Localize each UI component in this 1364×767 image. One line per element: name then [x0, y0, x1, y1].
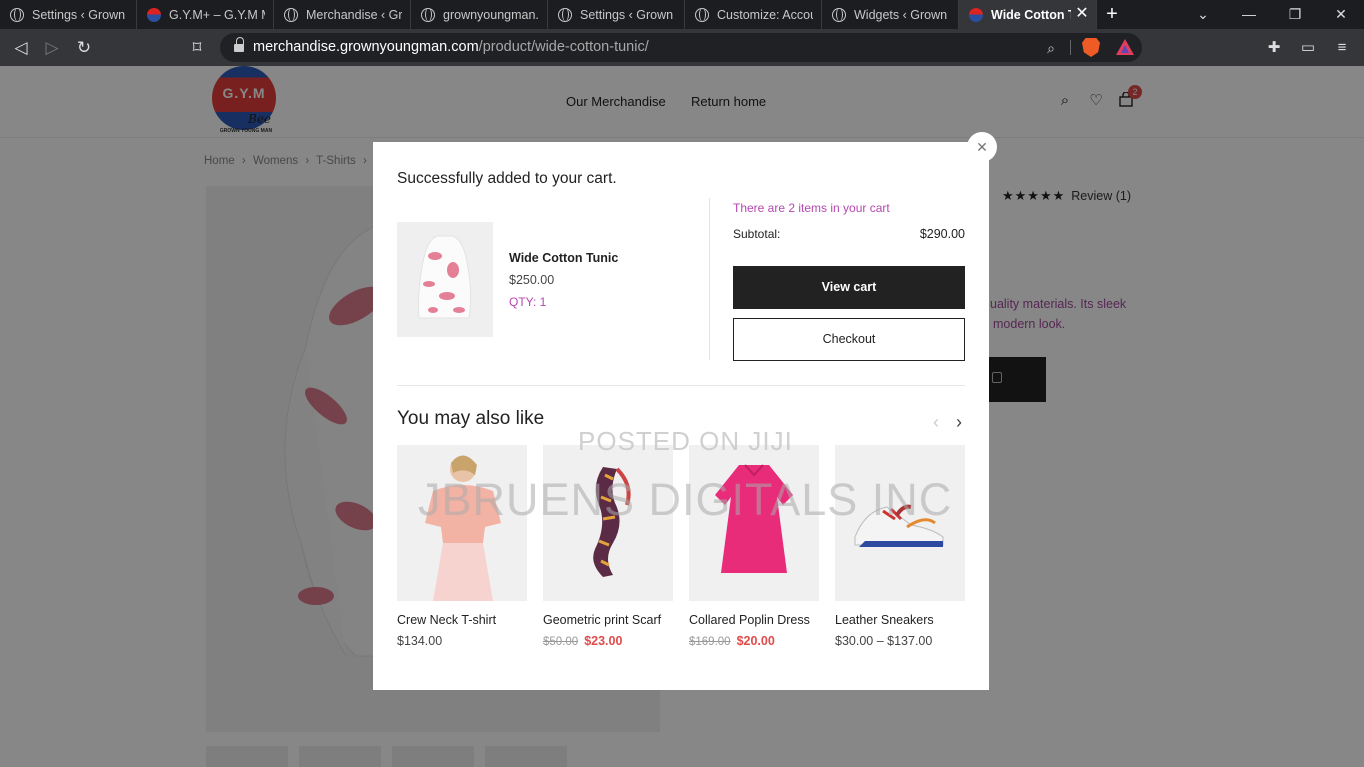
related-product-name[interactable]: Collared Poplin Dress: [689, 613, 819, 627]
added-product-qty: QTY: 1: [509, 295, 547, 309]
bookmark-icon[interactable]: ⌑: [186, 37, 208, 59]
related-product-price: $134.00: [397, 634, 443, 648]
globe-icon: [558, 7, 572, 22]
tab-label: Merchandise ‹ Grow: [306, 7, 402, 22]
related-product-name[interactable]: Crew Neck T-shirt: [397, 613, 527, 627]
separator: [1070, 40, 1071, 55]
back-button[interactable]: ◁: [10, 37, 32, 59]
tab-label: Widgets ‹ Grown Yo: [854, 7, 950, 22]
subtotal-label: Subtotal:: [733, 227, 781, 241]
browser-tab[interactable]: Settings ‹ Grown Yo: [0, 0, 137, 29]
tab-label: Customize: Accoun: [717, 7, 813, 22]
gym-favicon-icon: [969, 7, 983, 22]
globe-icon: [421, 7, 435, 22]
tunic-thumbnail-illustration: [418, 235, 472, 319]
new-tab-button[interactable]: +: [1097, 0, 1127, 29]
related-products-title: You may also like: [397, 408, 545, 429]
watermark-text: POSTED ON JIJI: [578, 426, 793, 456]
related-product-price: $30.00 – $137.00: [835, 634, 933, 648]
extensions-icon[interactable]: ✚: [1264, 38, 1284, 58]
divider: [397, 385, 965, 386]
zoom-icon[interactable]: ⌕: [1042, 39, 1060, 57]
added-product-name[interactable]: Wide Cotton Tunic: [509, 251, 618, 265]
browser-tab[interactable]: Customize: Accoun: [685, 0, 822, 29]
added-product-image[interactable]: [397, 222, 493, 337]
sale-price: $23.00: [584, 634, 623, 648]
added-product-price: $250.00: [509, 273, 555, 287]
brave-shield-icon[interactable]: [1082, 38, 1100, 57]
wallet-icon[interactable]: ▭: [1298, 38, 1318, 58]
web-page: G.Y.M Bee GROWN YOUNG MAN Our Merchandis…: [0, 66, 1364, 767]
browser-tab[interactable]: Widgets ‹ Grown Yo: [822, 0, 959, 29]
sale-price: $20.00: [736, 634, 775, 648]
tab-label: Settings ‹ Grown Yo: [580, 7, 676, 22]
related-product-price: $169.00 $20.00: [689, 634, 819, 648]
browser-tab[interactable]: grownyoungman.c: [411, 0, 548, 29]
tab-label: G.Y.M+ – G.Y.M Me: [169, 7, 265, 22]
watermark-text: JBRUENS DIGITALS INC: [418, 474, 953, 525]
cart-item-count-text: There are 2 items in your cart: [733, 201, 890, 215]
globe-icon: [832, 7, 846, 22]
carousel-next-icon[interactable]: ›: [951, 413, 967, 431]
browser-tab[interactable]: Merchandise ‹ Grow: [274, 0, 411, 29]
carousel-prev-icon[interactable]: ‹: [928, 413, 944, 431]
modal-title: Successfully added to your cart.: [397, 170, 617, 187]
url-host: merchandise.grownyoungman.com: [253, 39, 479, 55]
tab-search-chevron-icon[interactable]: ⌄: [1180, 0, 1226, 29]
globe-icon: [695, 7, 709, 22]
related-product-name[interactable]: Geometric print Scarf: [543, 613, 673, 627]
related-product-name[interactable]: Leather Sneakers: [835, 613, 965, 627]
lock-icon: [234, 37, 244, 53]
browser-tab-active[interactable]: Wide Cotton Tu✕: [959, 0, 1097, 29]
browser-tab[interactable]: Settings ‹ Grown Yo: [548, 0, 685, 29]
tab-label: Settings ‹ Grown Yo: [32, 7, 128, 22]
related-product-price: $50.00 $23.00: [543, 634, 673, 648]
browser-tab-strip: Settings ‹ Grown Yo G.Y.M+ – G.Y.M Me Me…: [0, 0, 1364, 29]
close-window-button[interactable]: ✕: [1318, 0, 1364, 29]
address-bar[interactable]: merchandise.grownyoungman.com/product/wi…: [220, 33, 1142, 62]
tab-label: grownyoungman.c: [443, 7, 539, 22]
checkout-button[interactable]: Checkout: [733, 318, 965, 361]
tab-label: Wide Cotton Tu: [991, 7, 1071, 22]
old-price: $50.00: [543, 636, 579, 648]
url-path: /product/wide-cotton-tunic/: [478, 39, 649, 55]
close-modal-button[interactable]: ✕: [967, 132, 997, 162]
close-tab-icon[interactable]: ✕: [1074, 6, 1090, 22]
browser-tab[interactable]: G.Y.M+ – G.Y.M Me: [137, 0, 274, 29]
forward-button[interactable]: ▷: [41, 37, 63, 59]
globe-icon: [284, 7, 298, 22]
brave-rewards-icon[interactable]: [1116, 39, 1134, 55]
address-toolbar: ◁ ▷ ↻ ⌑ merchandise.grownyoungman.com/pr…: [0, 29, 1364, 66]
gym-favicon-icon: [147, 7, 161, 22]
old-price: $169.00: [689, 636, 731, 648]
restore-button[interactable]: ❐: [1272, 0, 1318, 29]
minimize-button[interactable]: —: [1226, 0, 1272, 29]
subtotal-value: $290.00: [919, 227, 965, 241]
menu-icon[interactable]: ≡: [1332, 38, 1352, 58]
divider: [709, 198, 710, 360]
added-to-cart-modal: ✕ Successfully added to your cart. Wide …: [373, 132, 997, 690]
close-icon: ✕: [976, 139, 988, 155]
url-text[interactable]: merchandise.grownyoungman.com/product/wi…: [253, 39, 649, 55]
globe-icon: [10, 7, 24, 22]
view-cart-button[interactable]: View cart: [733, 266, 965, 309]
reload-button[interactable]: ↻: [73, 37, 95, 59]
